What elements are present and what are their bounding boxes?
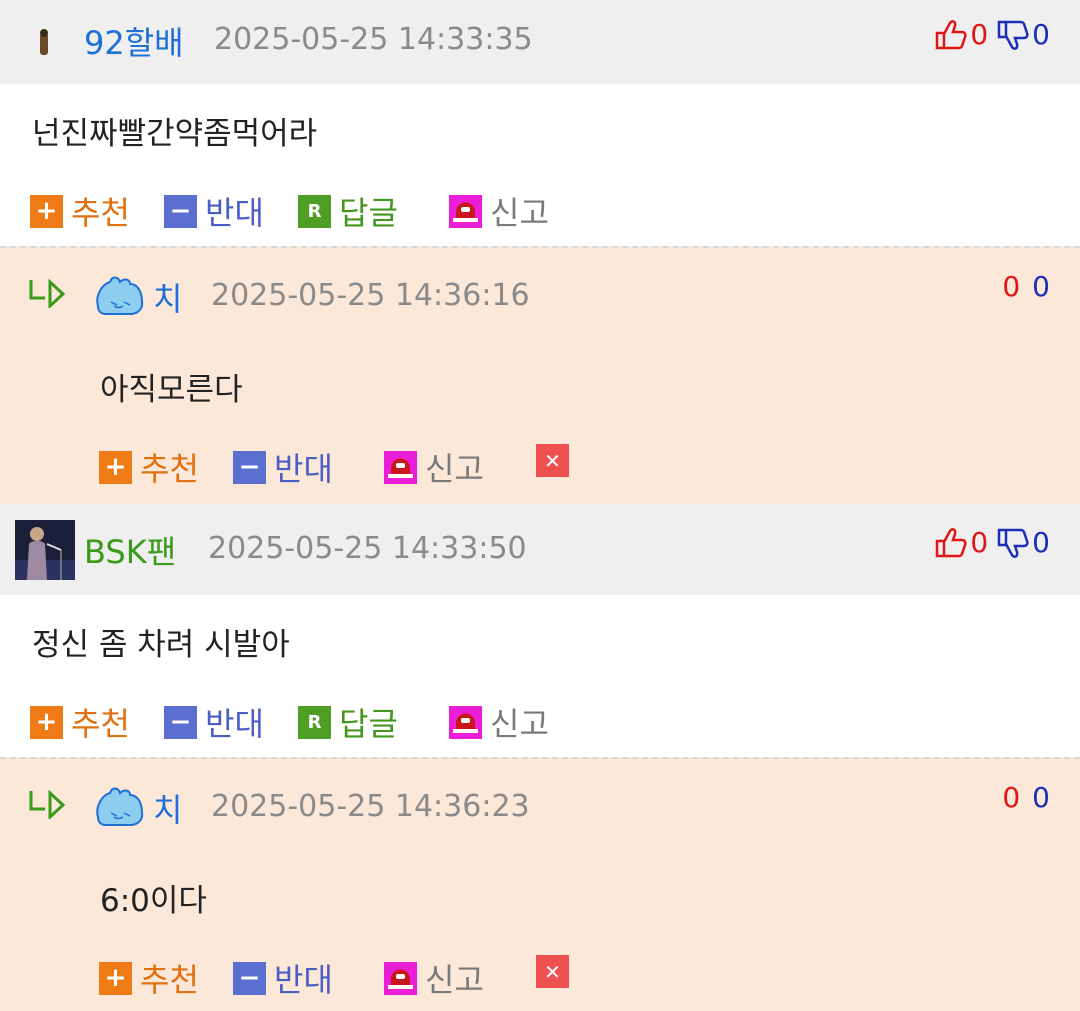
vote-counts: 0 0 <box>934 526 1050 559</box>
avatar[interactable] <box>94 783 146 829</box>
avatar[interactable] <box>94 272 146 318</box>
thumbs-down-icon[interactable] <box>996 527 1030 559</box>
recommend-button[interactable]: + 추천 <box>99 955 199 1001</box>
report-button[interactable]: 신고 <box>384 955 484 1001</box>
reply-badge-icon: R <box>298 194 331 228</box>
comment-date: 2025-05-25 14:36:16 <box>211 278 530 313</box>
close-icon: ✕ <box>536 955 569 988</box>
comment-text: 넌진짜빨간약좀먹어라 <box>32 116 318 152</box>
recommend-label: 추천 <box>140 450 199 488</box>
comment-header: 92할배 2025-05-25 14:33:35 0 0 <box>0 0 1080 84</box>
report-label: 신고 <box>490 705 549 743</box>
oppose-label: 반대 <box>205 705 264 743</box>
delete-button[interactable]: ✕ <box>536 955 577 988</box>
reply-arrow-icon <box>29 278 66 308</box>
oppose-label: 반대 <box>274 450 333 488</box>
author-nickname[interactable]: 92할배 <box>84 18 184 64</box>
oppose-button[interactable]: − 반대 <box>233 955 333 1001</box>
up-count: 0 <box>970 18 989 51</box>
comment-date: 2025-05-25 14:33:50 <box>208 531 527 566</box>
minus-icon: − <box>233 450 266 484</box>
oppose-button[interactable]: − 반대 <box>164 188 264 234</box>
delete-button[interactable]: ✕ <box>536 444 577 477</box>
down-count: 0 <box>1032 270 1050 303</box>
report-label: 신고 <box>490 194 549 232</box>
avatar[interactable] <box>30 22 58 62</box>
recommend-button[interactable]: + 추천 <box>99 444 199 490</box>
report-button[interactable]: 신고 <box>384 444 484 490</box>
close-icon: ✕ <box>536 444 569 477</box>
minus-icon: − <box>164 705 197 739</box>
reply-button[interactable]: R 답글 <box>298 699 398 745</box>
reply-button[interactable]: R 답글 <box>298 188 398 234</box>
recommend-label: 추천 <box>140 961 199 999</box>
vote-counts: 0 0 <box>1002 781 1050 814</box>
minus-icon: − <box>164 194 197 228</box>
thumbs-down-icon[interactable] <box>996 19 1030 51</box>
siren-icon <box>384 450 417 484</box>
recommend-button[interactable]: + 추천 <box>30 188 130 234</box>
comment-text: 아직모른다 <box>100 372 243 408</box>
siren-icon <box>449 705 482 739</box>
vote-counts: 0 0 <box>934 18 1050 51</box>
oppose-button[interactable]: − 반대 <box>164 699 264 745</box>
siren-icon <box>384 961 417 995</box>
thumbs-up-icon[interactable] <box>934 19 968 51</box>
reply-label: 답글 <box>339 705 398 743</box>
reply-comment: 치 2025-05-25 14:36:23 0 0 6:0이다 + 추천 − 반… <box>0 757 1080 1011</box>
recommend-label: 추천 <box>71 705 130 743</box>
plus-icon: + <box>30 705 63 739</box>
up-count: 0 <box>1002 270 1021 303</box>
oppose-label: 반대 <box>205 194 264 232</box>
report-button[interactable]: 신고 <box>449 188 549 234</box>
up-count: 0 <box>970 526 989 559</box>
report-button[interactable]: 신고 <box>449 699 549 745</box>
comment-text: 정신 좀 차려 시발아 <box>32 627 290 663</box>
down-count: 0 <box>1032 526 1050 559</box>
siren-icon <box>449 194 482 228</box>
recommend-button[interactable]: + 추천 <box>30 699 130 745</box>
up-count: 0 <box>1002 781 1021 814</box>
down-count: 0 <box>1032 781 1050 814</box>
author-nickname[interactable]: 치 <box>153 274 182 320</box>
author-nickname[interactable]: BSK팬 <box>84 527 176 573</box>
reply-arrow-icon <box>29 789 66 819</box>
author-nickname[interactable]: 치 <box>153 785 182 831</box>
avatar[interactable] <box>15 519 75 580</box>
oppose-button[interactable]: − 반대 <box>233 444 333 490</box>
comment-body: 정신 좀 차려 시발아 + 추천 − 반대 R 답글 신고 <box>0 595 1080 757</box>
reply-badge-icon: R <box>298 705 331 739</box>
plus-icon: + <box>30 194 63 228</box>
oppose-label: 반대 <box>274 961 333 999</box>
avatar-image <box>15 519 75 580</box>
comment-body: 넌진짜빨간약좀먹어라 + 추천 − 반대 R 답글 신고 <box>0 84 1080 246</box>
down-count: 0 <box>1032 18 1050 51</box>
comment-header: BSK팬 2025-05-25 14:33:50 0 0 <box>0 504 1080 595</box>
vote-counts: 0 0 <box>1002 270 1050 303</box>
reply-comment: 치 2025-05-25 14:36:16 0 0 아직모른다 + 추천 − 반… <box>0 246 1080 504</box>
comment-date: 2025-05-25 14:33:35 <box>214 22 533 57</box>
recommend-label: 추천 <box>71 194 130 232</box>
comment-text: 6:0이다 <box>100 883 207 919</box>
minus-icon: − <box>233 961 266 995</box>
report-label: 신고 <box>425 450 484 488</box>
report-label: 신고 <box>425 961 484 999</box>
avatar-image <box>40 29 48 55</box>
plus-icon: + <box>99 961 132 995</box>
thumbs-up-icon[interactable] <box>934 527 968 559</box>
plus-icon: + <box>99 450 132 484</box>
reply-label: 답글 <box>339 194 398 232</box>
comment-date: 2025-05-25 14:36:23 <box>211 789 530 824</box>
